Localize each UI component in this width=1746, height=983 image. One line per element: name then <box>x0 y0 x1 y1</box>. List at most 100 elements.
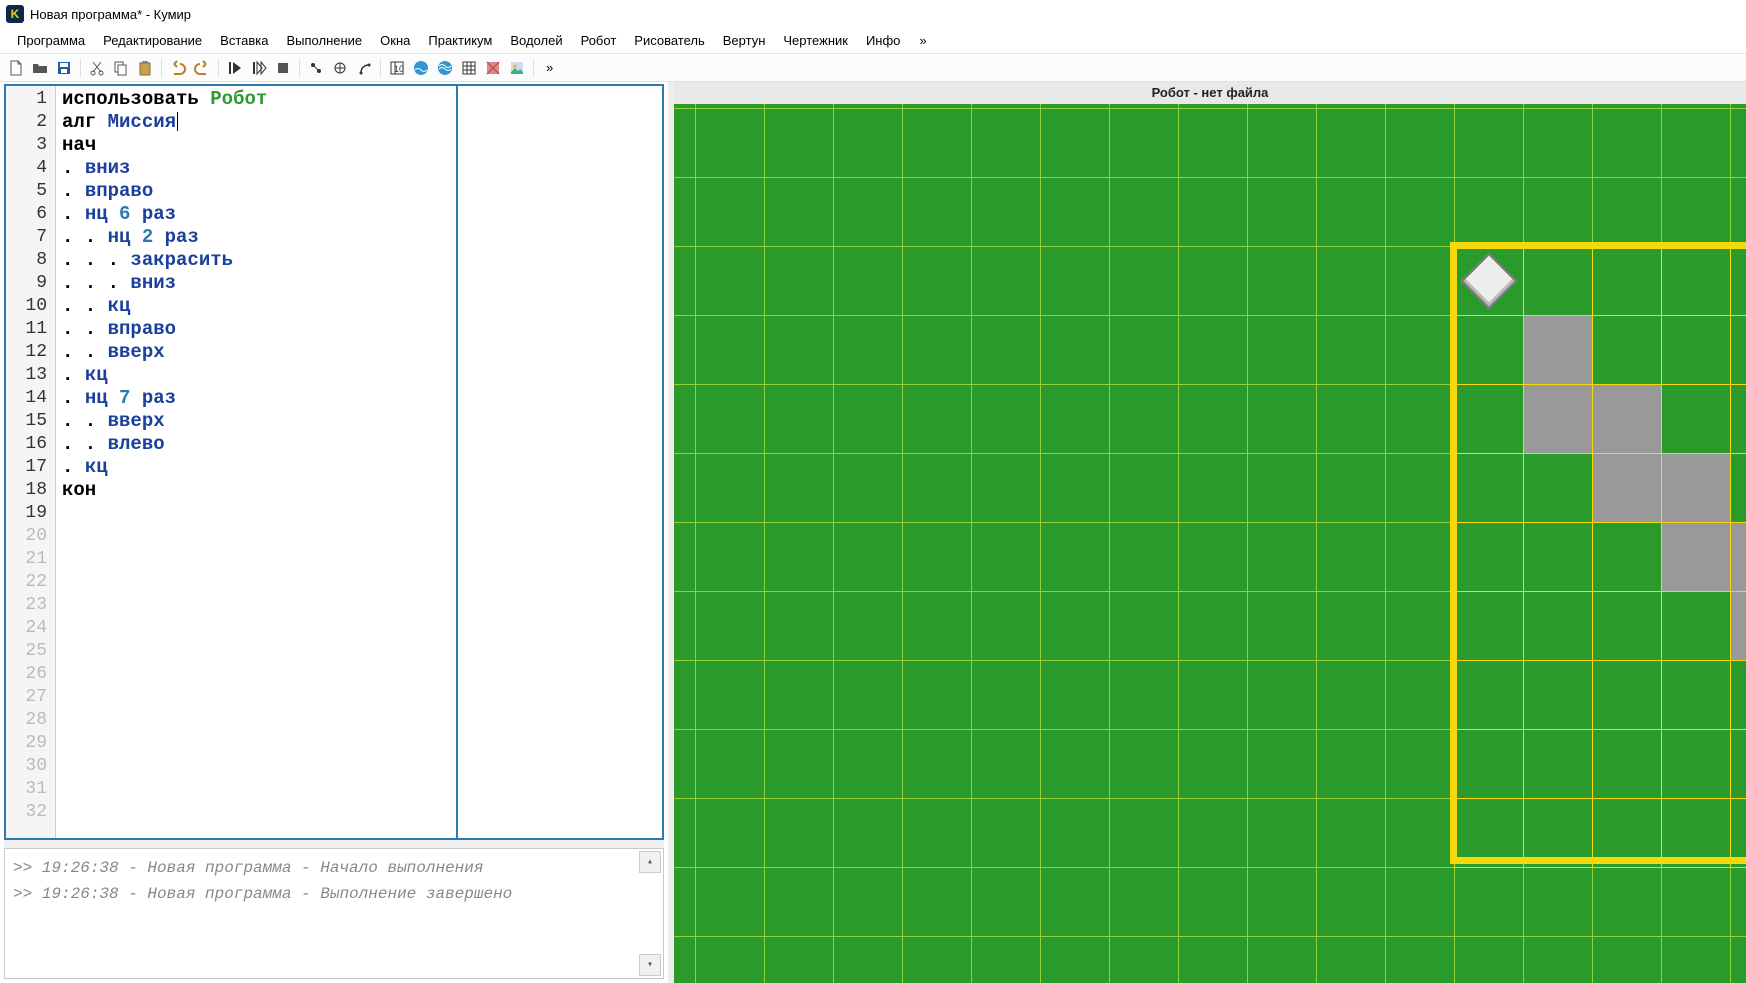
code-line[interactable]: . . вверх <box>62 410 656 433</box>
robot-field[interactable] <box>674 104 1746 983</box>
tool-2-button[interactable] <box>329 57 351 79</box>
tool-3-button[interactable] <box>353 57 375 79</box>
code-line[interactable]: . кц <box>62 456 656 479</box>
line-number: 29 <box>6 732 55 755</box>
menu-item-Программа[interactable]: Программа <box>8 29 94 52</box>
code-line[interactable]: алг Миссия <box>62 111 656 134</box>
line-number: 7 <box>6 226 55 249</box>
console-line: >> 19:26:38 - Новая программа - Начало в… <box>13 855 655 881</box>
line-number: 17 <box>6 456 55 479</box>
code-line[interactable]: . . вправо <box>62 318 656 341</box>
paste-button[interactable] <box>134 57 156 79</box>
menubar: ПрограммаРедактированиеВставкаВыполнение… <box>0 28 1746 54</box>
menu-item-Рисователь[interactable]: Рисователь <box>625 29 713 52</box>
svg-text:10: 10 <box>394 64 404 74</box>
menu-item-Инфо[interactable]: Инфо <box>857 29 909 52</box>
menu-item-Водолей[interactable]: Водолей <box>501 29 571 52</box>
line-number: 30 <box>6 755 55 778</box>
line-number: 9 <box>6 272 55 295</box>
line-number: 23 <box>6 594 55 617</box>
code-line[interactable]: использовать Робот <box>62 88 656 111</box>
code-line[interactable]: . . . закрасить <box>62 249 656 272</box>
left-panel: 1234567891011121314151617181920212223242… <box>0 82 668 983</box>
scroll-up-icon[interactable]: ▴ <box>639 851 661 873</box>
line-number: 31 <box>6 778 55 801</box>
copy-button[interactable] <box>110 57 132 79</box>
code-line[interactable]: кон <box>62 479 656 502</box>
menu-item-Практикум[interactable]: Практикум <box>419 29 501 52</box>
stop-button[interactable] <box>272 57 294 79</box>
console-scrollbar[interactable]: ▴ ▾ <box>639 851 661 976</box>
separator <box>218 59 219 77</box>
menu-item-Окна[interactable]: Окна <box>371 29 419 52</box>
code-line[interactable]: нач <box>62 134 656 157</box>
line-number: 25 <box>6 640 55 663</box>
save-file-button[interactable] <box>53 57 75 79</box>
code-line[interactable]: . нц 6 раз <box>62 203 656 226</box>
line-number: 20 <box>6 525 55 548</box>
redo-button[interactable] <box>191 57 213 79</box>
menu-item-Редактирование[interactable]: Редактирование <box>94 29 211 52</box>
menu-item-Робот[interactable]: Робот <box>572 29 626 52</box>
line-number: 10 <box>6 295 55 318</box>
actor-2-button[interactable] <box>434 57 456 79</box>
grid-button[interactable] <box>458 57 480 79</box>
step-button[interactable] <box>248 57 270 79</box>
line-number: 11 <box>6 318 55 341</box>
line-number: 24 <box>6 617 55 640</box>
line-number: 16 <box>6 433 55 456</box>
output-console[interactable]: >> 19:26:38 - Новая программа - Начало в… <box>4 848 664 979</box>
image-button[interactable] <box>506 57 528 79</box>
code-line[interactable]: . . влево <box>62 433 656 456</box>
line-number: 1 <box>6 88 55 111</box>
line-number: 3 <box>6 134 55 157</box>
code-area[interactable]: использовать Роботалг Миссиянач. вниз. в… <box>56 86 662 838</box>
code-line[interactable]: . . кц <box>62 295 656 318</box>
toolbar-more[interactable]: » <box>538 60 561 75</box>
code-line[interactable]: . . нц 2 раз <box>62 226 656 249</box>
menu-item-Чертежник[interactable]: Чертежник <box>774 29 857 52</box>
paint-button[interactable] <box>482 57 504 79</box>
new-file-button[interactable] <box>5 57 27 79</box>
line-number: 15 <box>6 410 55 433</box>
line-number: 12 <box>6 341 55 364</box>
code-line[interactable]: . вниз <box>62 157 656 180</box>
line-number: 22 <box>6 571 55 594</box>
line-number: 14 <box>6 387 55 410</box>
undo-button[interactable] <box>167 57 189 79</box>
code-line[interactable]: . кц <box>62 364 656 387</box>
toolbar: 10 » <box>0 54 1746 82</box>
scroll-down-icon[interactable]: ▾ <box>639 954 661 976</box>
line-number: 2 <box>6 111 55 134</box>
menu-more[interactable]: » <box>909 29 936 52</box>
line-number: 18 <box>6 479 55 502</box>
line-number: 32 <box>6 801 55 824</box>
code-line[interactable]: . вправо <box>62 180 656 203</box>
code-line[interactable]: . . вверх <box>62 341 656 364</box>
code-line[interactable]: . . . вниз <box>62 272 656 295</box>
horizontal-splitter[interactable] <box>4 840 664 848</box>
field-boundary <box>1450 242 1746 864</box>
run-button[interactable] <box>224 57 246 79</box>
actor-1-button[interactable] <box>410 57 432 79</box>
variables-button[interactable]: 10 <box>386 57 408 79</box>
code-editor[interactable]: 1234567891011121314151617181920212223242… <box>4 84 664 840</box>
menu-item-Выполнение[interactable]: Выполнение <box>277 29 371 52</box>
line-number: 28 <box>6 709 55 732</box>
code-line[interactable] <box>62 502 656 525</box>
menu-item-Вертун[interactable]: Вертун <box>714 29 775 52</box>
robot-panel-title: Робот - нет файла <box>674 82 1746 104</box>
line-number: 13 <box>6 364 55 387</box>
code-line[interactable]: . нц 7 раз <box>62 387 656 410</box>
cut-button[interactable] <box>86 57 108 79</box>
line-number: 4 <box>6 157 55 180</box>
line-gutter: 1234567891011121314151617181920212223242… <box>6 86 56 838</box>
robot-panel: Робот - нет файла <box>674 82 1746 983</box>
menu-item-Вставка[interactable]: Вставка <box>211 29 277 52</box>
line-number: 26 <box>6 663 55 686</box>
line-number: 19 <box>6 502 55 525</box>
open-file-button[interactable] <box>29 57 51 79</box>
tool-1-button[interactable] <box>305 57 327 79</box>
text-cursor <box>177 112 178 131</box>
robot-icon <box>1469 261 1509 301</box>
